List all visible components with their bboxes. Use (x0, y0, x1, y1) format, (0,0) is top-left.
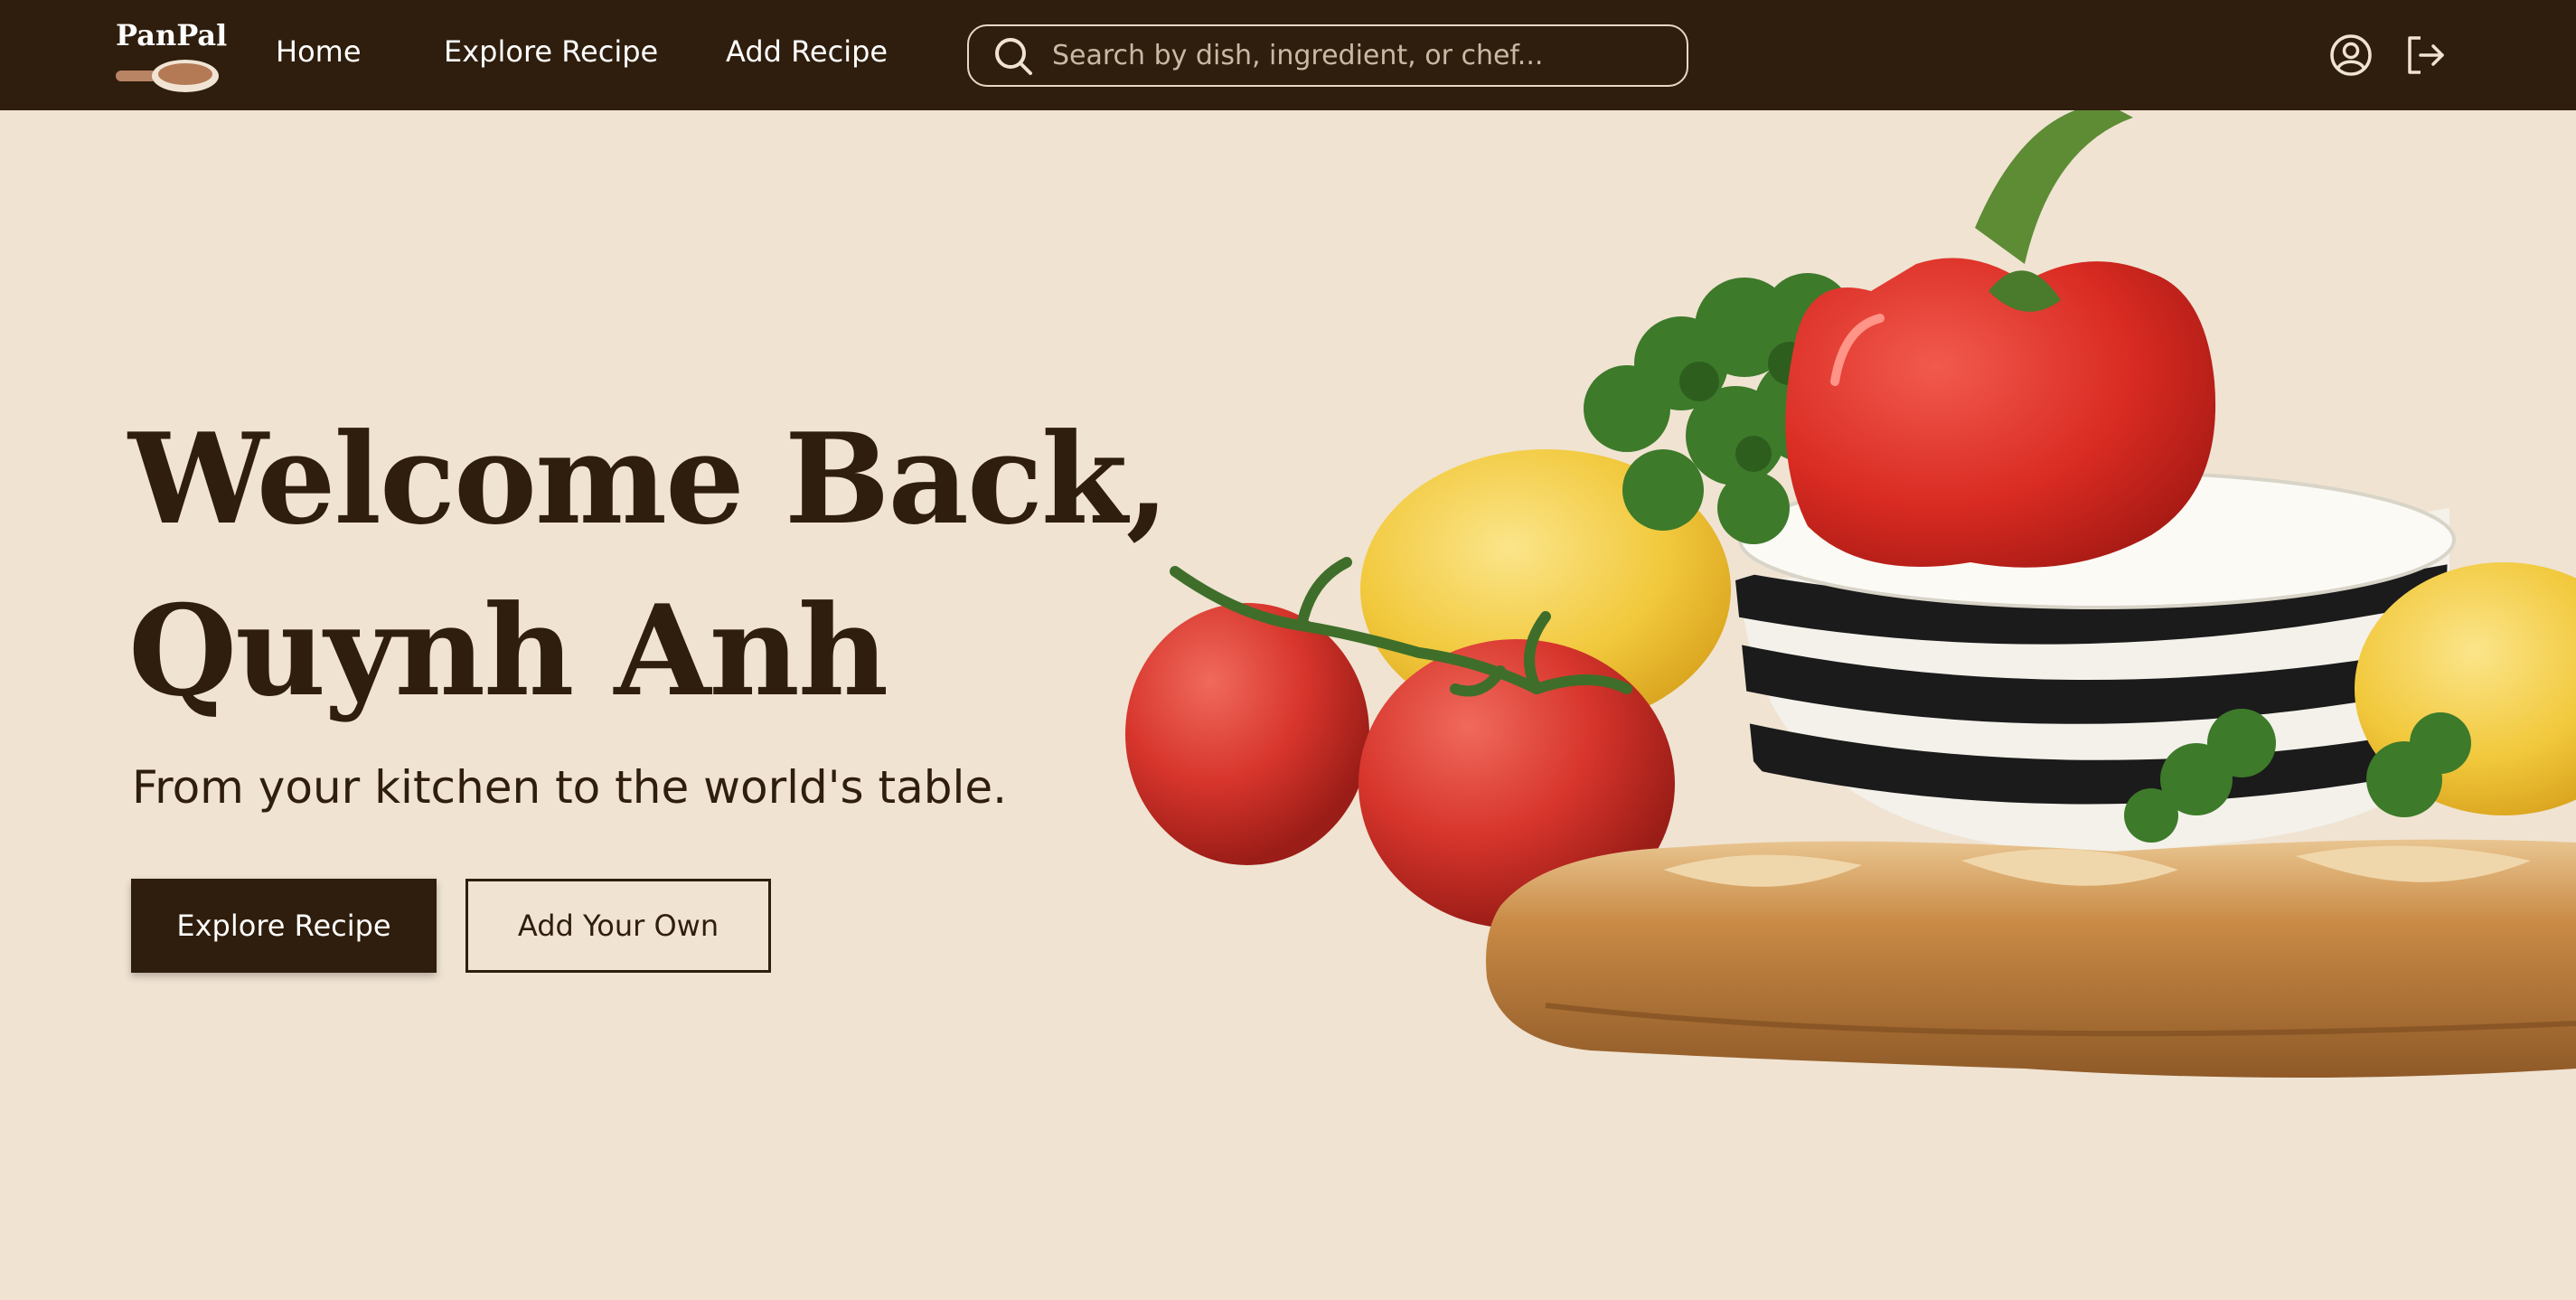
tomato-back (1125, 603, 1369, 865)
search-input[interactable] (1052, 40, 1667, 71)
brand-logo[interactable]: PanPal (116, 18, 228, 99)
nav-explore-recipe-link[interactable]: Explore Recipe (444, 34, 658, 69)
add-your-own-button[interactable]: Add Your Own (465, 879, 771, 973)
explore-recipe-button[interactable]: Explore Recipe (131, 879, 437, 973)
nav-home-link[interactable]: Home (276, 34, 362, 69)
logout-icon[interactable] (2402, 33, 2448, 78)
hero-heading-name: Quynh Anh (128, 577, 888, 724)
frying-pan-icon (116, 60, 219, 92)
bell-pepper (1785, 110, 2216, 568)
top-navbar: PanPal Home Explore Recipe Add Recipe (0, 0, 2576, 110)
hero-heading-line1: Welcome Back, (128, 405, 1170, 552)
search-bar[interactable] (967, 24, 1688, 87)
user-circle-icon[interactable] (2328, 33, 2374, 78)
hero-food-image (1125, 110, 2576, 1078)
nav-add-recipe-link[interactable]: Add Recipe (726, 34, 888, 69)
hero-subtitle: From your kitchen to the world's table. (132, 761, 1007, 814)
search-icon (995, 37, 1032, 75)
baguette (1486, 839, 2576, 1078)
hero-heading: Welcome Back, Quynh Anh (128, 393, 1170, 737)
brand-name: PanPal (116, 18, 228, 52)
